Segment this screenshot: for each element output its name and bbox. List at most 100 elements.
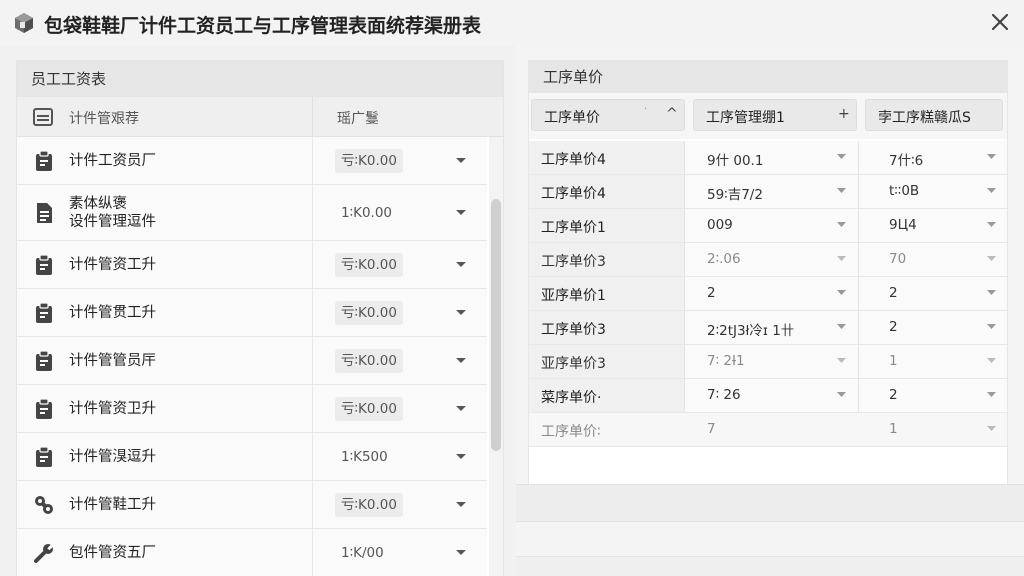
employee-name: 计件管湨逗升: [69, 449, 156, 465]
column-divider: [312, 241, 313, 288]
process-name: 工序单价∶: [541, 424, 601, 440]
employee-name: 包件管资五厂: [69, 545, 156, 561]
wage-value: 亏∶K0.00: [335, 493, 403, 517]
table-row: 菜序单价· 7∶ 26 2: [529, 379, 1007, 413]
chevron-down-icon: [987, 256, 996, 261]
chevron-down-icon: [837, 154, 846, 159]
list-item[interactable]: 素体纵褒 设件管理逗件 1∶K0.00: [17, 185, 487, 241]
chevron-down-icon: [837, 290, 846, 295]
list-item[interactable]: 计件管湨逗升 1∶K500: [17, 433, 487, 481]
chevron-down-icon[interactable]: [455, 405, 467, 413]
box-cube-icon: [15, 13, 33, 33]
price-select[interactable]: 2: [685, 277, 859, 310]
process-name: 亚序单价3: [541, 356, 606, 372]
table-row: 工序单价1 009 9Ц4: [529, 209, 1007, 243]
wage-value: 亏∶K0.00: [335, 349, 403, 373]
chevron-down-icon[interactable]: [455, 261, 467, 269]
list-item[interactable]: 计件管管员厈 亏∶K0.00: [17, 337, 487, 385]
quantity-select[interactable]: 9Ц4: [859, 209, 1007, 242]
list-header-name: 计件管艰荐: [69, 111, 139, 127]
filter-process-price[interactable]: 工序单价 · ^: [531, 99, 685, 131]
filter-process-category[interactable]: 孛工序糕赣瓜S: [865, 99, 1003, 131]
column-divider: [312, 97, 313, 137]
clipboard-icon: [36, 350, 52, 371]
quantity-select[interactable]: t∶∶0B: [859, 175, 1007, 208]
price-select[interactable]: 7: [685, 413, 859, 446]
plus-icon: +: [838, 106, 850, 122]
quantity-select[interactable]: 7什∶6: [859, 141, 1007, 174]
column-divider: [312, 529, 313, 576]
quantity-select[interactable]: 2: [859, 379, 1007, 412]
employee-name: 计件工资员厂: [69, 153, 156, 169]
wage-value: 1∶K0.00: [341, 205, 393, 221]
chevron-down-icon: [987, 154, 996, 159]
list-item[interactable]: 计件管资工升 亏∶K0.00: [17, 241, 487, 289]
clipboard-icon: [36, 302, 52, 323]
quantity-select[interactable]: 2: [859, 311, 1007, 344]
employee-name: 计件管资工升: [69, 257, 156, 273]
quantity-select[interactable]: 2: [859, 277, 1007, 310]
clipboard-icon: [36, 398, 52, 419]
panel-title: 工序单价: [529, 61, 1007, 93]
chevron-down-icon[interactable]: [455, 157, 467, 165]
chevron-down-icon: [987, 188, 996, 193]
chevron-down-icon: [987, 222, 996, 227]
chevron-up-icon: ^: [666, 106, 678, 122]
price-select[interactable]: 9什 00.1: [685, 141, 859, 174]
wage-value: 亏∶K0.00: [335, 149, 403, 173]
process-name: 菜序单价·: [541, 390, 602, 406]
employee-name: 计件管鞋工升: [69, 497, 156, 513]
column-divider: [312, 481, 313, 528]
footer-band: [516, 484, 1024, 522]
list-item[interactable]: 计件管鞋工升 亏∶K0.00: [17, 481, 487, 529]
list-item[interactable]: 计件管贯工升 亏∶K0.00: [17, 289, 487, 337]
price-select[interactable]: 7∶ 26: [685, 379, 859, 412]
list-header: 计件管艰荐 瑶广䯹: [17, 97, 503, 137]
chevron-down-icon: [837, 188, 846, 193]
quantity-select[interactable]: 1: [859, 345, 1007, 378]
process-price-table: 工序单价 工序单价 · ^ 工序管理绷1 + 孛工序糕赣瓜S 工序单价4 9什 …: [528, 60, 1008, 496]
price-select[interactable]: 2∶2tJ3ł冷ɪ 1卄: [685, 311, 859, 344]
list-item[interactable]: 包件管资五厂 1∶K/00: [17, 529, 487, 576]
chevron-down-icon[interactable]: [455, 501, 467, 509]
employee-name: 计件管贯工升: [69, 305, 156, 321]
clipboard-icon: [36, 254, 52, 275]
filter-bar: 工序单价 · ^ 工序管理绷1 + 孛工序糕赣瓜S: [529, 93, 1007, 139]
chevron-down-icon[interactable]: [455, 357, 467, 365]
scrollbar-thumb[interactable]: [491, 199, 501, 451]
price-select[interactable]: 009: [685, 209, 859, 242]
chevron-down-icon[interactable]: [455, 453, 467, 461]
filter-process-management[interactable]: 工序管理绷1 +: [693, 99, 857, 131]
chevron-down-icon: [987, 324, 996, 329]
wage-value: 亏∶K0.00: [335, 301, 403, 325]
close-icon[interactable]: [988, 10, 1012, 34]
chevron-down-icon: [837, 256, 846, 261]
list-item[interactable]: 计件管资卫升 亏∶K0.00: [17, 385, 487, 433]
quantity-select[interactable]: 1: [859, 413, 1007, 446]
wage-value: 亏∶K0.00: [335, 397, 403, 421]
column-divider: [312, 185, 313, 240]
list-icon: [33, 108, 53, 126]
chevron-down-icon[interactable]: [455, 309, 467, 317]
price-select[interactable]: 2∶.06: [685, 243, 859, 276]
process-name: 工序单价4: [541, 152, 606, 168]
process-name: 工序单价4: [541, 186, 606, 202]
employee-name: 素体纵褒 设件管理逗件: [69, 196, 156, 230]
chevron-down-icon: [987, 426, 996, 431]
column-divider: [312, 385, 313, 432]
list-item[interactable]: 计件工资员厂 亏∶K0.00: [17, 137, 487, 185]
chevron-down-icon: [987, 392, 996, 397]
filter-label: 工序管理绷1: [706, 110, 785, 126]
process-name: 工序单价1: [541, 220, 606, 236]
quantity-select[interactable]: 70: [859, 243, 1007, 276]
employee-wage-panel: 员工工资表 计件管艰荐 瑶广䯹 计件工资员厂 亏∶K0.00 素体纵褒 设件管理…: [16, 60, 504, 576]
chevron-down-icon[interactable]: [455, 549, 467, 557]
chevron-down-icon[interactable]: [455, 209, 467, 217]
price-select[interactable]: 59∶吉7/2: [685, 175, 859, 208]
price-select[interactable]: 7∶ 2Ɨ1: [685, 345, 859, 378]
chevron-down-icon: [837, 324, 846, 329]
table-row: 工序单价∶ 7 1: [529, 413, 1007, 447]
column-divider: [312, 289, 313, 336]
panel-title: 员工工资表: [17, 61, 503, 97]
window-title: 包袋鞋鞋厂计件工资员工与工序管理表面统荐渠册表: [44, 15, 482, 37]
